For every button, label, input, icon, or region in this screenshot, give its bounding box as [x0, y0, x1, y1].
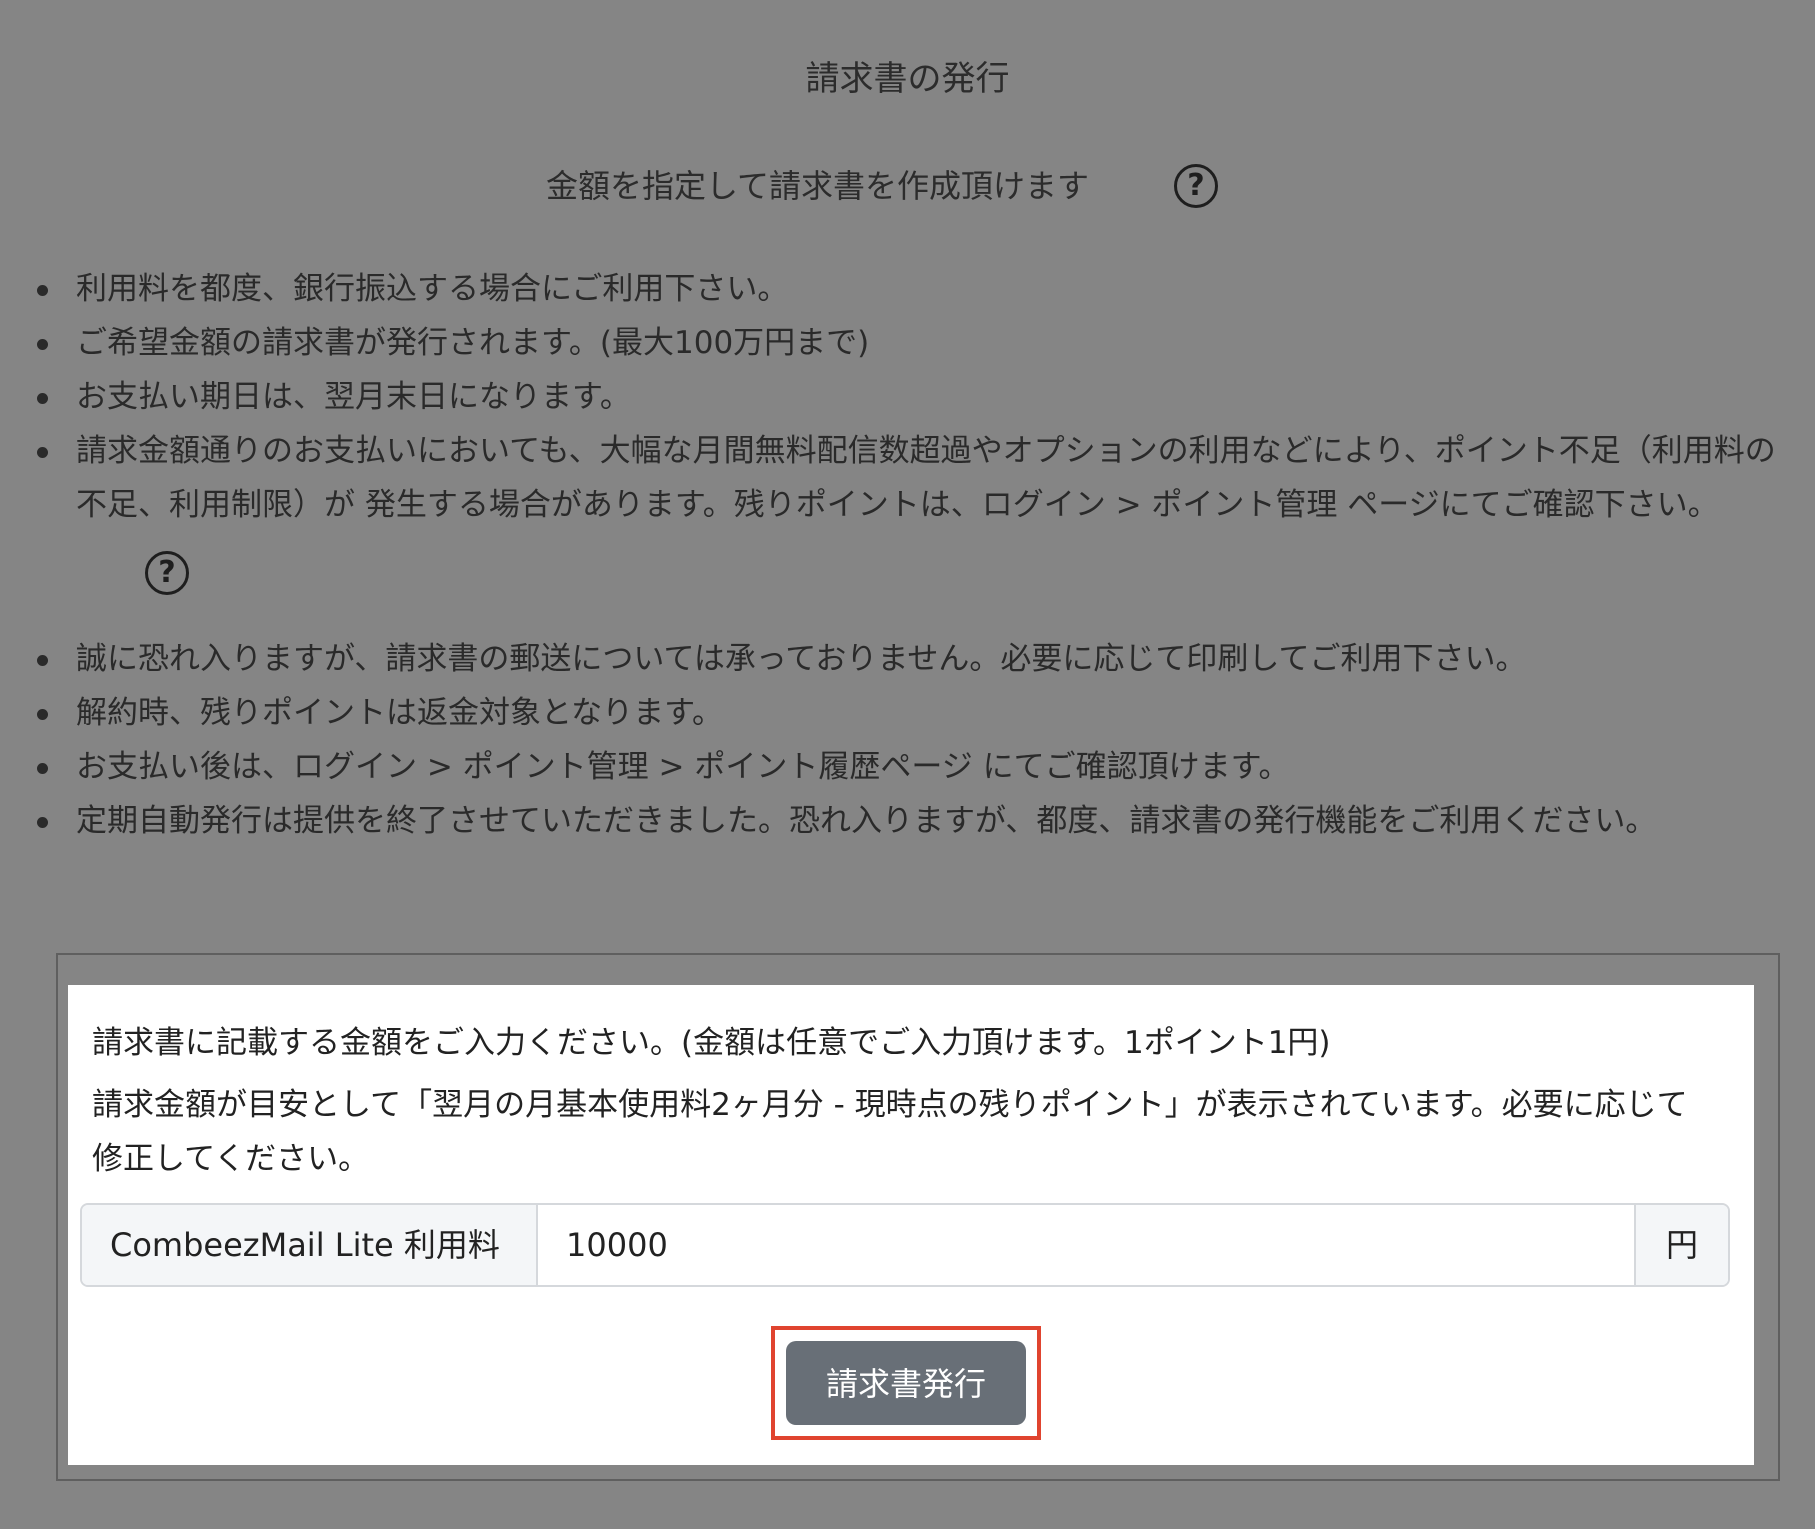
list-item: 請求金額通りのお支払いにおいても、大幅な月間無料配信数超過やオプションの利用など…	[0, 424, 1815, 532]
amount-prefix-label: CombeezMail Lite 利用料	[82, 1205, 538, 1285]
list-item: 解約時、残りポイントは返金対象となります。	[0, 686, 1815, 740]
issue-invoice-button[interactable]: 請求書発行	[786, 1341, 1026, 1425]
page-title: 請求書の発行	[805, 59, 1010, 99]
help-icon[interactable]: ?	[1174, 164, 1218, 208]
list-item: ご希望金額の請求書が発行されます。(最大100万円まで)	[0, 316, 1815, 370]
invoice-form-card: 請求書に記載する金額をご入力ください。(金額は任意でご入力頂けます。1ポイント1…	[68, 985, 1754, 1465]
list-item: 定期自動発行は提供を終了させていただきました。恐れ入りますが、都度、請求書の発行…	[0, 794, 1815, 848]
currency-suffix-label: 円	[1634, 1205, 1728, 1285]
notes-list: 利用料を都度、銀行振込する場合にご利用下さい。 ご希望金額の請求書が発行されます…	[0, 262, 1815, 532]
amount-input-group: CombeezMail Lite 利用料 円	[80, 1203, 1730, 1287]
list-item: お支払い期日は、翌月末日になります。	[0, 370, 1815, 424]
list-item: 利用料を都度、銀行振込する場合にご利用下さい。	[0, 262, 1815, 316]
form-instruction: 請求書に記載する金額をご入力ください。(金額は任意でご入力頂けます。1ポイント1…	[92, 1025, 1331, 1061]
help-icon[interactable]: ?	[145, 551, 189, 595]
list-item: お支払い後は、ログイン > ポイント管理 > ポイント履歴ページ にてご確認頂け…	[0, 740, 1815, 794]
subtitle-row: 金額を指定して請求書を作成頂けます ?	[0, 160, 1815, 212]
list-item: 誠に恐れ入りますが、請求書の郵送については承っておりません。必要に応じて印刷して…	[0, 632, 1815, 686]
subtitle-text: 金額を指定して請求書を作成頂けます	[546, 167, 1090, 205]
form-instruction: 請求金額が目安として「翌月の月基本使用料2ヶ月分 - 現時点の残りポイント」が表…	[92, 1087, 1688, 1177]
amount-input[interactable]	[538, 1205, 1634, 1285]
notes-list: 誠に恐れ入りますが、請求書の郵送については承っておりません。必要に応じて印刷して…	[0, 632, 1815, 848]
